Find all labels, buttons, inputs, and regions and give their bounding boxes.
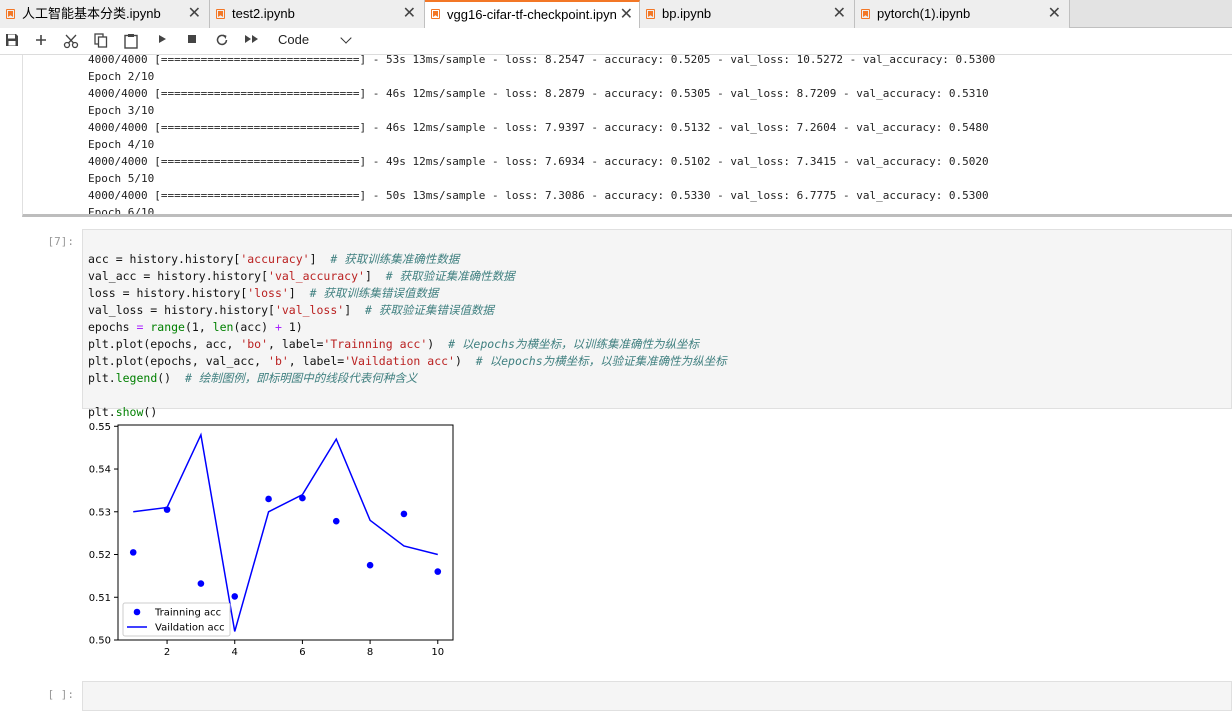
chevron-down-icon[interactable] <box>340 32 352 44</box>
log-line: 4000/4000 [=============================… <box>88 155 989 168</box>
run-icon[interactable] <box>154 33 170 49</box>
training-point <box>332 517 340 525</box>
y-tick-label: 0.55 <box>89 422 111 433</box>
code-cell[interactable]: acc = history.history['accuracy'] # 获取训练… <box>82 229 1232 419</box>
tab-label: vgg16-cifar-tf-checkpoint.ipynb <box>447 7 617 22</box>
legend-label-training: Trainning acc <box>154 608 221 619</box>
empty-cell-prompt: [ ]: <box>47 688 75 701</box>
code-line: plt.plot(epochs, acc, 'bo', label='Train… <box>88 337 699 351</box>
tab-notebook-4[interactable]: bp.ipynb ✕ <box>640 0 855 28</box>
cell-output: 4000/4000 [=============================… <box>22 55 1232 217</box>
training-point <box>400 510 408 518</box>
training-point <box>197 580 205 587</box>
add-icon[interactable] <box>33 33 49 49</box>
log-line: 4000/4000 [=============================… <box>88 55 996 66</box>
empty-code-cell[interactable] <box>82 681 1232 711</box>
training-point <box>366 561 374 569</box>
training-point <box>231 593 239 600</box>
close-icon[interactable]: ✕ <box>620 2 633 28</box>
cell-prompt: [7]: <box>47 235 75 248</box>
code-editor[interactable]: acc = history.history['accuracy'] # 获取训练… <box>88 234 727 421</box>
tab-label: 人工智能基本分类.ipynb <box>22 6 161 21</box>
tab-notebook-1[interactable]: 人工智能基本分类.ipynb ✕ <box>0 0 210 28</box>
legend-marker-training <box>133 608 141 616</box>
fast-forward-icon[interactable] <box>244 33 260 49</box>
y-tick-label: 0.50 <box>89 636 111 647</box>
y-tick-label: 0.54 <box>89 465 111 476</box>
x-tick-label: 10 <box>431 647 444 658</box>
tab-notebook-5[interactable]: pytorch(1).ipynb ✕ <box>855 0 1070 28</box>
log-line: Epoch 2/10 <box>88 70 155 83</box>
tab-label: pytorch(1).ipynb <box>877 6 971 21</box>
tab-notebook-3[interactable]: vgg16-cifar-tf-checkpoint.ipynb ✕ <box>425 0 640 29</box>
close-icon[interactable]: ✕ <box>833 0 846 28</box>
notebook-icon <box>861 9 870 19</box>
log-line: 4000/4000 [=============================… <box>88 121 989 134</box>
cell-type-select[interactable]: Code <box>278 32 309 47</box>
y-tick-label: 0.52 <box>89 550 111 561</box>
x-tick-label: 8 <box>367 647 373 658</box>
tab-label: test2.ipynb <box>232 6 295 21</box>
close-icon[interactable]: ✕ <box>188 0 201 28</box>
training-point <box>434 568 442 575</box>
log-line: Epoch 3/10 <box>88 104 155 117</box>
code-line: loss = history.history['loss'] # 获取训练集错误… <box>88 286 439 300</box>
y-tick-label: 0.53 <box>89 507 111 518</box>
code-line: epochs = range(1, len(acc) + 1) <box>88 320 303 334</box>
accuracy-chart: 2 4 6 8 10 0.50 0.51 0.52 0.53 0.54 0.55 Trainning … <box>89 422 454 658</box>
paste-icon[interactable] <box>123 33 139 49</box>
x-tick-label: 6 <box>299 647 305 658</box>
notebook-icon <box>216 9 225 19</box>
log-line: Epoch 5/10 <box>88 172 155 185</box>
training-point <box>163 506 171 513</box>
notebook-icon <box>646 9 655 19</box>
tab-label: bp.ipynb <box>662 6 712 21</box>
x-tick-label: 2 <box>164 647 170 658</box>
code-line: acc = history.history['accuracy'] # 获取训练… <box>88 252 460 266</box>
close-icon[interactable]: ✕ <box>403 0 416 28</box>
x-tick-label: 4 <box>232 647 238 658</box>
log-line: Epoch 6/10 <box>88 206 155 217</box>
code-line: val_acc = history.history['val_accuracy'… <box>88 269 515 283</box>
save-icon[interactable] <box>4 33 20 49</box>
tab-bar: 人工智能基本分类.ipynb ✕ test2.ipynb ✕ vgg16-cif… <box>0 0 1232 29</box>
training-log: 4000/4000 [=============================… <box>88 55 996 217</box>
code-line: plt.plot(epochs, val_acc, 'b', label='Va… <box>88 354 727 368</box>
log-line: 4000/4000 [=============================… <box>88 189 989 202</box>
y-tick-label: 0.51 <box>89 593 111 604</box>
copy-icon[interactable] <box>93 33 109 49</box>
training-point <box>299 494 306 502</box>
training-point <box>265 495 272 503</box>
training-point <box>129 549 137 556</box>
notebook-toolbar: Code <box>0 28 1232 55</box>
notebook-icon <box>431 9 440 19</box>
stop-icon[interactable] <box>184 33 200 49</box>
restart-icon[interactable] <box>214 33 230 49</box>
legend-label-validation: Vaildation acc <box>155 623 225 634</box>
tab-notebook-2[interactable]: test2.ipynb ✕ <box>210 0 425 28</box>
close-icon[interactable]: ✕ <box>1048 0 1061 28</box>
code-line: plt.legend() # 绘制图例，即标明图中的线段代表何种含义 <box>88 371 418 385</box>
log-line: 4000/4000 [=============================… <box>88 87 989 100</box>
log-line: Epoch 4/10 <box>88 138 155 151</box>
cut-icon[interactable] <box>63 33 79 49</box>
notebook-icon <box>6 9 15 19</box>
code-line: val_loss = history.history['val_loss'] #… <box>88 303 494 317</box>
